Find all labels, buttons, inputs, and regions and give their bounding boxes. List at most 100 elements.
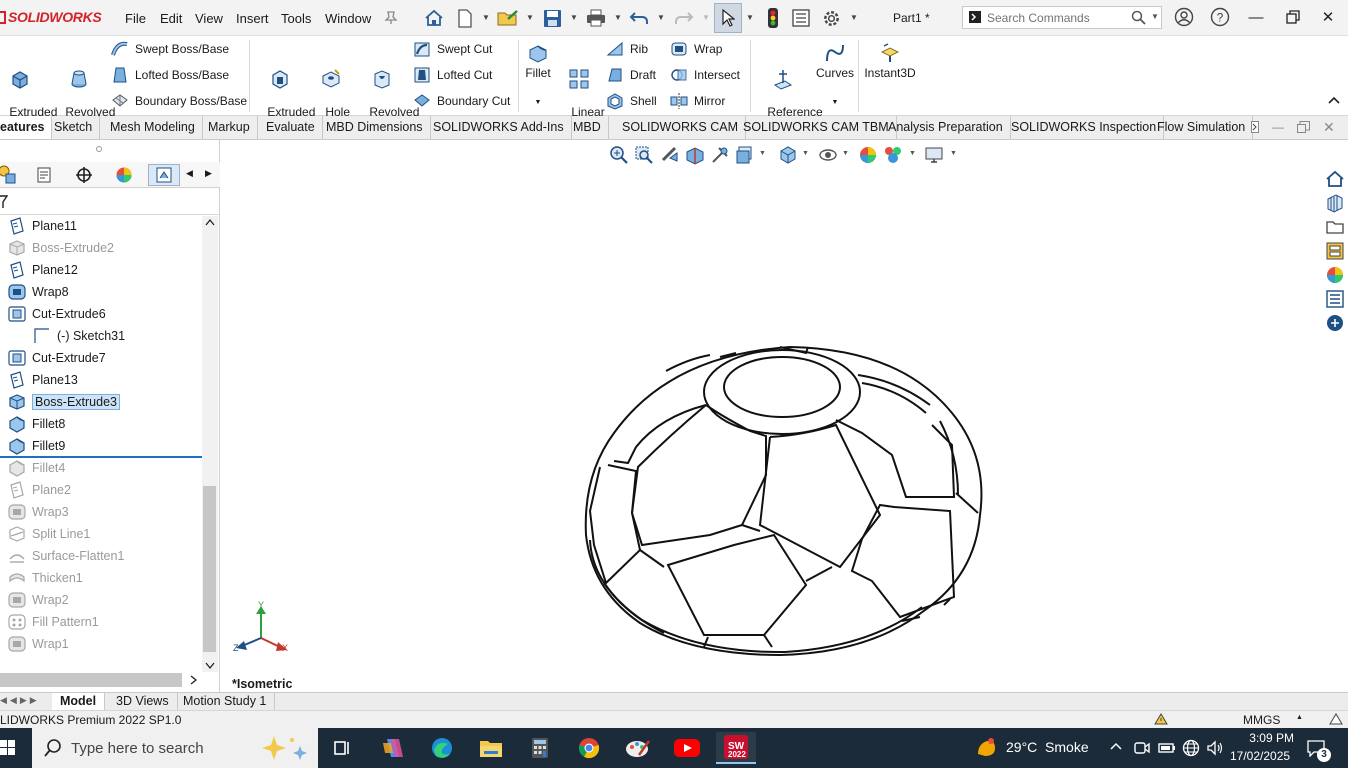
close-window-button[interactable]: ✕ (1315, 6, 1341, 28)
feature-tree-item[interactable]: Plane2 (8, 480, 71, 500)
filter-icon[interactable] (0, 195, 9, 212)
doc-minimize-button[interactable]: — (1272, 120, 1284, 134)
dynamic-annotation-icon[interactable] (710, 145, 730, 165)
feature-tree-item[interactable]: Plane11 (8, 216, 77, 236)
swept-cut-button[interactable]: Swept Cut (413, 39, 492, 59)
print-icon[interactable] (585, 7, 607, 29)
view-orientation-icon[interactable] (735, 145, 755, 165)
tab-evaluate[interactable]: Evaluate (259, 116, 323, 139)
doc-close-button[interactable]: ✕ (1323, 119, 1335, 136)
wrap-button[interactable]: Wrap (670, 39, 722, 59)
meet-now-icon[interactable] (1134, 740, 1150, 759)
file-explorer-icon[interactable] (1323, 216, 1347, 238)
tab-analysis-preparation[interactable]: Analysis Preparation (881, 116, 1011, 139)
apply-scene-icon[interactable] (883, 145, 903, 165)
tab-solidworks-cam[interactable]: SOLIDWORKS CAM (615, 116, 746, 139)
save-icon[interactable] (541, 7, 563, 29)
select-cursor-icon[interactable] (714, 3, 742, 33)
feature-tree-item[interactable]: Cut-Extrude7 (8, 348, 106, 368)
fillet-button[interactable]: Fillet ▼ (522, 42, 554, 109)
restore-window-button[interactable] (1280, 6, 1306, 28)
chevron-down-icon[interactable]: ▼ (522, 96, 554, 109)
solidworks-taskbar-icon[interactable]: SW 2022 (716, 732, 756, 764)
mirror-button[interactable]: Mirror (670, 91, 725, 111)
rebuild-traffic-light-icon[interactable] (762, 7, 784, 29)
tab-scroll-left-icon[interactable]: ◀ (186, 168, 193, 179)
chevron-down-icon[interactable]: ▼ (570, 13, 578, 22)
menu-edit[interactable]: Edit (160, 11, 182, 26)
previous-view-icon[interactable] (660, 145, 680, 165)
chevron-up-icon[interactable]: ▲ (1296, 714, 1303, 721)
feature-tree-item[interactable]: Cut-Extrude6 (8, 304, 106, 324)
tab-3d-views[interactable]: 3D Views (108, 693, 178, 710)
graphics-area[interactable]: ▼ ▼ ▼ ▼ ▼ Y X Z *Isometric (220, 140, 1348, 692)
appearances-scenes-icon[interactable] (1323, 264, 1347, 286)
open-folder-icon[interactable] (497, 7, 519, 29)
undo-icon[interactable] (628, 7, 650, 29)
feature-tree-item[interactable]: (-) Sketch31 (33, 326, 125, 346)
chevron-down-icon[interactable]: ▼ (950, 150, 957, 157)
tree-scroll-thumb[interactable] (203, 486, 216, 652)
feature-tree-item[interactable]: Wrap2 (8, 590, 69, 610)
chevron-down-icon[interactable]: ▼ (909, 150, 916, 157)
menu-view[interactable]: View (195, 11, 223, 26)
tab-flow-simulation[interactable]: Flow Simulation (1150, 116, 1254, 139)
rebuild-status-icon[interactable] (1153, 712, 1169, 729)
clock-time[interactable]: 3:09 PM (1232, 731, 1294, 745)
property-manager-tab-icon[interactable] (28, 164, 60, 186)
home-icon[interactable] (423, 7, 445, 29)
rib-button[interactable]: Rib (606, 39, 648, 59)
task-view-icon[interactable] (322, 732, 362, 764)
boundary-boss-base-button[interactable]: Boundary Boss/Base (111, 91, 247, 111)
tab-mesh-modeling[interactable]: Mesh Modeling (103, 116, 203, 139)
chevron-down-icon[interactable]: ▼ (1151, 12, 1159, 21)
file-explorer-icon[interactable] (471, 732, 511, 764)
taskbar-search-box[interactable]: Type here to search (32, 728, 318, 768)
chevron-down-icon[interactable]: ▼ (759, 150, 766, 157)
chevron-down-icon[interactable]: ▼ (814, 96, 856, 109)
tab-markup[interactable]: Markup (201, 116, 258, 139)
tab-solidworks-inspection[interactable]: SOLIDWORKS Inspection (1004, 116, 1165, 139)
feature-tree-item[interactable]: Fillet9 (8, 436, 65, 456)
shell-button[interactable]: Shell (606, 91, 657, 111)
feature-manager-tab-icon[interactable] (0, 164, 24, 186)
zoom-to-fit-icon[interactable] (609, 145, 629, 165)
menu-tools[interactable]: Tools (281, 11, 311, 26)
feature-tree-item[interactable]: Fillet4 (8, 458, 65, 478)
feature-tree-item[interactable]: Wrap1 (8, 634, 69, 654)
view-palette-icon[interactable] (1323, 240, 1347, 262)
collapse-ribbon-icon[interactable] (1328, 94, 1340, 108)
minimize-window-button[interactable]: — (1243, 6, 1269, 28)
tab-mbd[interactable]: MBD (566, 116, 609, 139)
clock-date[interactable]: 17/02/2025 (1230, 749, 1290, 763)
chevron-up-icon[interactable] (1110, 740, 1122, 754)
file-properties-icon[interactable] (790, 7, 812, 29)
chevron-down-icon[interactable]: ▼ (746, 13, 754, 22)
customize-status-icon[interactable] (1328, 712, 1344, 729)
scroll-down-icon[interactable] (205, 659, 215, 673)
solidworks-forum-icon[interactable] (1323, 312, 1347, 334)
draft-button[interactable]: Draft (606, 65, 656, 85)
lofted-cut-button[interactable]: Lofted Cut (413, 65, 492, 85)
search-icon[interactable] (1131, 10, 1146, 28)
feature-tree-item[interactable]: Plane13 (8, 370, 78, 390)
curves-button[interactable]: Curves ▼ (814, 42, 856, 109)
tab-sketch[interactable]: Sketch (47, 116, 101, 139)
tab-solidworks-cam-tbm[interactable]: SOLIDWORKS CAM TBM (736, 116, 897, 139)
lofted-boss-base-button[interactable]: Lofted Boss/Base (111, 65, 229, 85)
more-tabs-icon[interactable] (1251, 121, 1259, 136)
edge-browser-icon[interactable] (422, 732, 462, 764)
chevron-down-icon[interactable]: ▼ (482, 13, 490, 22)
youtube-icon[interactable] (667, 732, 707, 764)
tree-horizontal-scrollbar[interactable] (0, 673, 182, 687)
feature-tree-item[interactable]: Wrap8 (8, 282, 69, 302)
feature-tree-item[interactable]: Plane12 (8, 260, 78, 280)
solidworks-logo[interactable]: SOLIDWORKS (0, 9, 102, 25)
rollback-bar[interactable] (0, 456, 202, 458)
windows-start-icon[interactable] (0, 740, 16, 759)
tab-nav-arrows-icon[interactable]: ◀◀▶▶ (0, 695, 40, 706)
chevron-down-icon[interactable]: ▼ (850, 13, 858, 22)
copilot-icon[interactable] (373, 732, 413, 764)
new-document-icon[interactable] (454, 7, 476, 29)
scroll-right-icon[interactable] (190, 674, 198, 688)
